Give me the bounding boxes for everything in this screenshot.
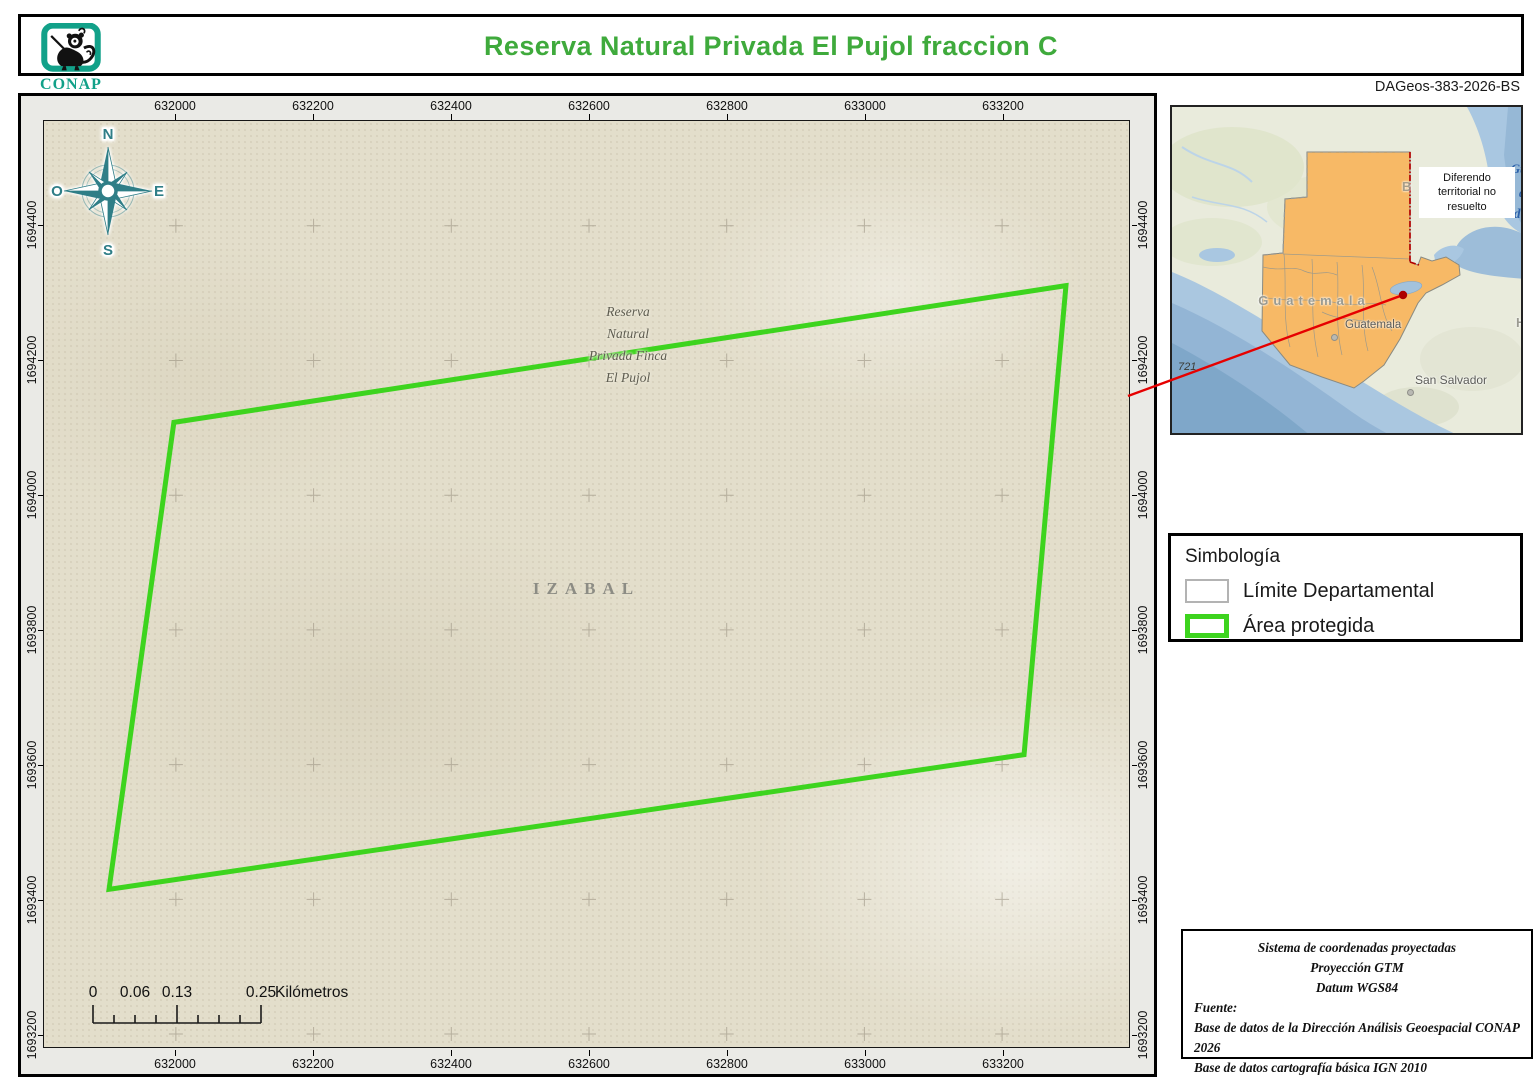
- axis-tick-label: 1693200: [1136, 1000, 1150, 1070]
- scale-025: 0.25: [246, 984, 276, 1001]
- guatemala-city-dot: [1331, 334, 1338, 341]
- compass-rose: N E S O: [48, 123, 168, 257]
- axis-tick-label: 632600: [549, 99, 629, 113]
- legend-item-protected-area: Área protegida: [1185, 614, 1506, 638]
- axis-tick-label: 633000: [825, 99, 905, 113]
- axis-tick-mark: [1132, 225, 1137, 226]
- datum-line: Datum WGS84: [1194, 978, 1520, 998]
- axis-tick-mark: [1132, 900, 1137, 901]
- axis-tick-label: 1693600: [25, 730, 39, 800]
- departmental-limit-swatch: [1185, 579, 1229, 603]
- document-id: DAGeos-383-2026-BS: [1375, 79, 1520, 95]
- reserve-name-line2: Natural: [528, 323, 728, 345]
- compass-s-label: S: [103, 242, 113, 257]
- axis-tick-label: 1693400: [25, 865, 39, 935]
- axis-tick-mark: [1132, 360, 1137, 361]
- department-label: IZABAL: [484, 579, 689, 599]
- legend-item-departmental: Límite Departamental: [1185, 579, 1506, 603]
- axis-tick-mark: [1003, 1050, 1004, 1056]
- legend-item-label: Límite Departamental: [1243, 580, 1434, 603]
- axis-tick-mark: [1132, 630, 1137, 631]
- axis-tick-label: 1694200: [1136, 325, 1150, 395]
- guatemala-country-label: Guatemala: [1234, 293, 1394, 308]
- conap-logo-text: CONAP: [33, 76, 109, 94]
- source-line-2: Base de datos cartografía básica IGN 201…: [1194, 1058, 1520, 1078]
- guatemala-city-label: Guatemala: [1345, 319, 1401, 331]
- axis-tick-label: 632400: [411, 1057, 491, 1071]
- scale-006: 0.06: [120, 984, 150, 1001]
- axis-tick-label: 632600: [549, 1057, 629, 1071]
- axis-tick-label: 633200: [963, 99, 1043, 113]
- axis-tick-mark: [589, 1050, 590, 1056]
- reserve-name-line3: Privada Finca: [528, 345, 728, 367]
- axis-tick-label: 632800: [687, 1057, 767, 1071]
- axis-tick-label: 632000: [135, 1057, 215, 1071]
- projection-line: Proyección GTM: [1194, 958, 1520, 978]
- axis-tick-label: 1693800: [25, 595, 39, 665]
- axis-tick-label: 1694400: [25, 190, 39, 260]
- axis-tick-mark: [1132, 495, 1137, 496]
- road-721-label: 721: [1178, 361, 1196, 373]
- axis-tick-mark: [1132, 765, 1137, 766]
- reserve-name-line4: El Pujol: [528, 367, 728, 389]
- map-document: CONAP Reserva Natural Privada El Pujol f…: [0, 0, 1536, 1089]
- axis-tick-label: 1694000: [25, 460, 39, 530]
- axis-tick-label: 632800: [687, 99, 767, 113]
- reserve-name-label: Reserva Natural Privada Finca El Pujol: [528, 301, 728, 389]
- axis-tick-label: 632200: [273, 1057, 353, 1071]
- credits-box: Sistema de coordenadas proyectadas Proye…: [1181, 929, 1533, 1059]
- axis-tick-mark: [1132, 1035, 1137, 1036]
- axis-tick-label: 633000: [825, 1057, 905, 1071]
- protected-area-swatch: [1185, 614, 1229, 638]
- axis-tick-label: 632000: [135, 99, 215, 113]
- gulf-label-fragment-2: d: [1519, 186, 1523, 201]
- axis-tick-label: 1694400: [1136, 190, 1150, 260]
- axis-tick-label: 1694000: [1136, 460, 1150, 530]
- axis-tick-label: 1693400: [1136, 865, 1150, 935]
- axis-tick-label: 1693600: [1136, 730, 1150, 800]
- axis-tick-mark: [175, 1050, 176, 1056]
- axis-left: 1694400 1694200 1694000 1693800 1693600 16934…: [21, 120, 43, 1050]
- map-canvas: N E S O Reserva Natural Privada Finca El…: [43, 120, 1130, 1048]
- axis-bottom: 632000 632200 632400 632600 632800 633000 6332…: [43, 1050, 1132, 1074]
- inset-map: Guatemala Guatemala San Salvador 721 B H…: [1170, 105, 1523, 435]
- reserve-name-line1: Reserva: [528, 301, 728, 323]
- scale-0: 0: [89, 984, 98, 1001]
- axis-right: 1694400 1694200 1694000 1693800 1693600 16934…: [1132, 120, 1154, 1050]
- legend-item-label: Área protegida: [1243, 615, 1374, 638]
- axis-tick-label: 1694200: [25, 325, 39, 395]
- belize-label-fragment: B: [1402, 179, 1413, 194]
- axis-tick-label: 1693200: [25, 1000, 39, 1070]
- san-salvador-dot: [1407, 389, 1414, 396]
- legend: Simbología Límite Departamental Área pro…: [1168, 533, 1523, 642]
- compass-o-label: O: [51, 183, 63, 200]
- axis-tick-mark: [451, 1050, 452, 1056]
- main-map-frame: 632000 632200 632400 632600 632800 633000 6332…: [18, 93, 1157, 1077]
- legend-title: Simbología: [1185, 546, 1506, 568]
- scale-013: 0.13: [162, 984, 192, 1001]
- axis-tick-label: 632400: [411, 99, 491, 113]
- honduras-label-fragment: Ho: [1516, 315, 1523, 330]
- scale-unit: Kilómetros: [275, 984, 348, 1001]
- page-title: Reserva Natural Privada El Pujol fraccio…: [21, 31, 1521, 62]
- axis-tick-mark: [865, 1050, 866, 1056]
- source-label: Fuente:: [1194, 998, 1520, 1018]
- crs-line: Sistema de coordenadas proyectadas: [1194, 938, 1520, 958]
- axis-tick-mark: [313, 1050, 314, 1056]
- scale-bar: 0 0.06 0.13 0.25 Kilómetros: [74, 977, 414, 1037]
- compass-e-label: E: [154, 183, 164, 200]
- compass-n-label: N: [103, 126, 114, 143]
- header: CONAP Reserva Natural Privada El Pujol f…: [18, 14, 1524, 76]
- san-salvador-label: San Salvador: [1415, 373, 1487, 387]
- axis-top: 632000 632200 632400 632600 632800 633000 6332…: [43, 96, 1132, 120]
- axis-tick-label: 632200: [273, 99, 353, 113]
- axis-tick-label: 1693800: [1136, 595, 1150, 665]
- territorial-dispute-annotation: Diferendo territorial no resuelto: [1419, 167, 1515, 218]
- source-line-1: Base de datos de la Dirección Análisis G…: [1194, 1018, 1520, 1058]
- axis-tick-mark: [727, 1050, 728, 1056]
- axis-tick-label: 633200: [963, 1057, 1043, 1071]
